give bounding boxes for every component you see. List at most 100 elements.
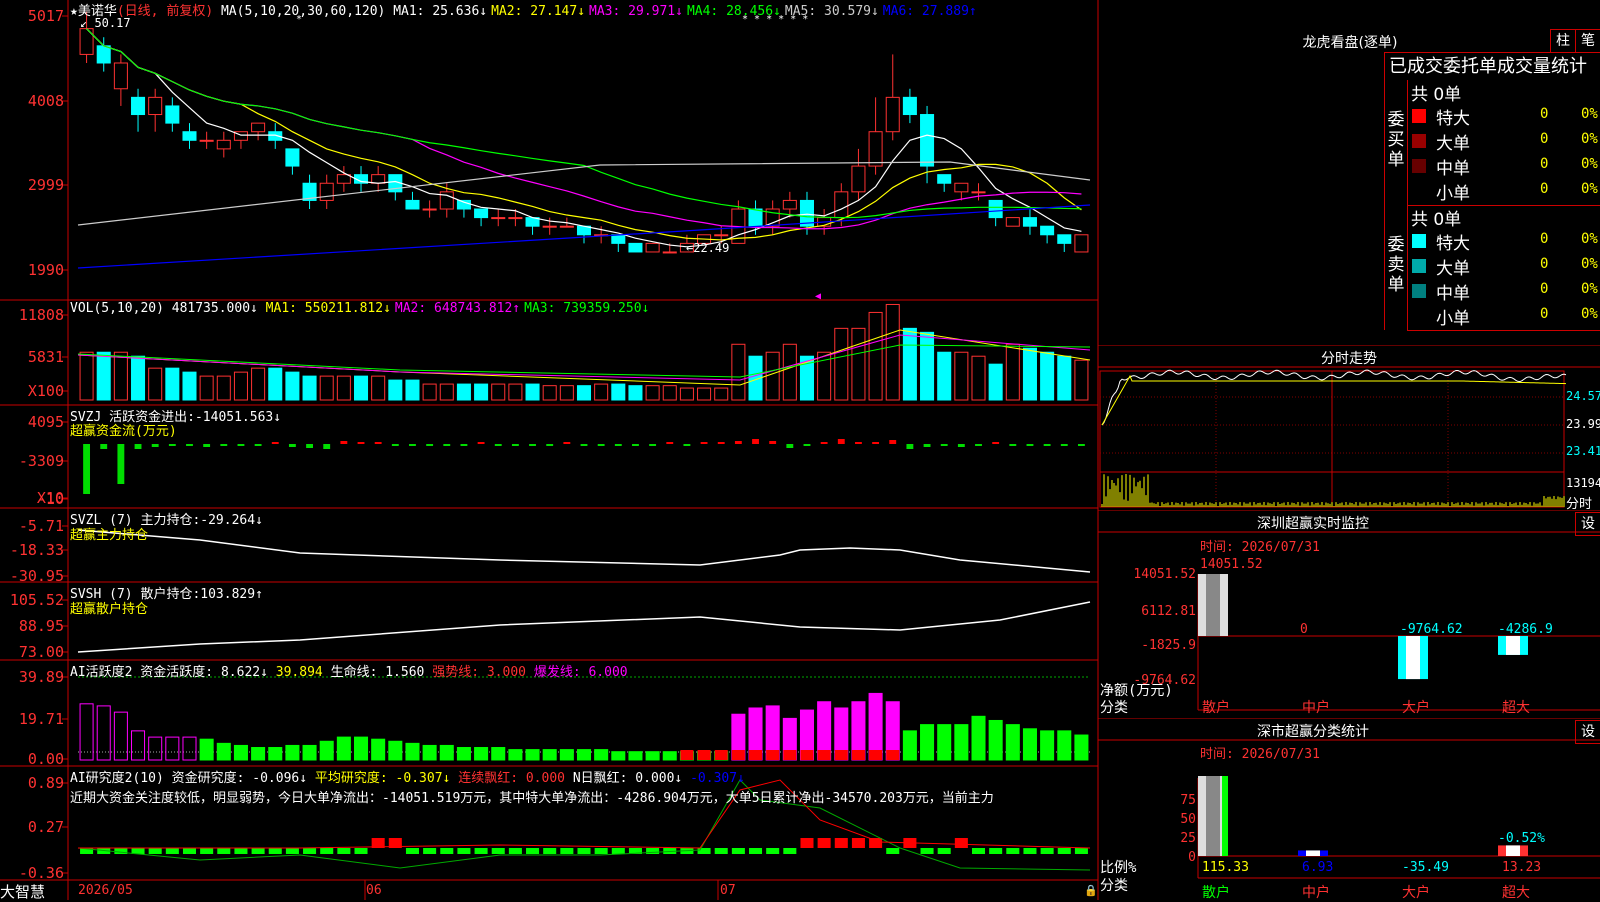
research-bar — [165, 848, 179, 854]
activity-bar-base — [783, 750, 797, 760]
volume-bar — [782, 343, 797, 401]
volume-bar — [576, 385, 592, 401]
fund-flow-bar — [426, 444, 434, 446]
low-label: ←22.49 — [686, 241, 729, 255]
research-bar — [989, 848, 1003, 854]
monitor-bar — [1498, 636, 1528, 655]
fund-flow-bar — [443, 444, 451, 446]
volume-bar — [233, 371, 248, 401]
buy-side-label: 委买单 — [1387, 110, 1405, 170]
buy-row-count: 0 — [1540, 106, 1549, 122]
classify-value: 13.23 — [1502, 860, 1542, 875]
activity-bar — [920, 724, 935, 761]
volume-bar — [834, 327, 849, 401]
main-header: ★美诺华(日线, 前复权) MA(5,10,20,30,60,120) MA1:… — [70, 4, 977, 19]
activity-bar — [182, 736, 197, 761]
fund-flow-bar — [683, 444, 691, 446]
research-bar — [560, 848, 574, 854]
activity-bar — [336, 736, 351, 761]
candle-body — [954, 182, 969, 193]
activity-bar-base — [749, 750, 763, 760]
fund-flow-bar — [477, 442, 485, 444]
activity-bar — [1005, 724, 1020, 761]
volume-bar — [611, 383, 626, 401]
sell-total: 共 0单 — [1411, 210, 1462, 230]
buy-row-percent: 0% — [1581, 181, 1598, 197]
fund-flow-bar — [186, 444, 193, 446]
volume-bar — [131, 355, 146, 401]
activity-bar — [285, 744, 300, 761]
volume-bar — [113, 351, 128, 401]
activity-bar-base — [731, 750, 745, 760]
candle-body — [988, 199, 1003, 219]
classify-settings-button[interactable]: 设 — [1575, 720, 1600, 744]
column-view-button[interactable]: 柱 — [1550, 29, 1576, 53]
volume-bar — [988, 363, 1003, 401]
intraday-chart[interactable] — [1098, 345, 1600, 510]
volume-bar — [148, 367, 163, 401]
activity-bar — [474, 747, 489, 761]
fund-flow-bar — [546, 444, 554, 446]
volume-bar — [954, 351, 969, 401]
activity-bar — [233, 744, 248, 761]
candle-body — [182, 131, 197, 141]
candle-body — [851, 165, 866, 193]
fund-flow-bar — [340, 441, 348, 444]
buy-row-swatch — [1412, 134, 1426, 148]
candle-body — [611, 234, 626, 244]
candle-body — [319, 182, 334, 201]
fund-flow-bar — [786, 444, 794, 448]
svzj-y-label: 4095 — [27, 413, 64, 431]
fund-flow-bar — [1009, 444, 1017, 446]
svzj-unit-label: X10 — [36, 489, 64, 507]
vol-ma-item-1: MA1: 550211.812↓ — [265, 301, 391, 316]
svzl-y-label: -30.95 — [9, 567, 64, 585]
research-bar — [766, 848, 780, 854]
classify-category: 超大 — [1502, 885, 1530, 901]
fund-flow-bar — [134, 444, 142, 449]
fund-flow-bar — [889, 440, 897, 444]
volume-bar — [765, 351, 780, 401]
research-bar — [1074, 848, 1088, 854]
tick-view-button[interactable]: 笔 — [1575, 29, 1600, 53]
ai2-y-label: 0.89 — [27, 774, 64, 792]
research-bar — [268, 848, 282, 854]
buy-row-count: 0 — [1540, 156, 1549, 172]
monitor-x-unit: 分类 — [1100, 700, 1128, 716]
svzl-y-label: -5.71 — [18, 517, 64, 535]
volume-bar — [96, 351, 111, 401]
activity-bar-base — [714, 750, 728, 760]
activity-bar — [1057, 730, 1072, 761]
ai1-y-label: 39.89 — [18, 668, 64, 686]
svzj-sub: 超赢资金流(万元) — [70, 424, 177, 439]
candle-body — [1057, 234, 1072, 244]
classify-bar — [1198, 776, 1228, 856]
volume-bar — [902, 327, 917, 401]
activity-bar-base — [680, 750, 694, 760]
fund-flow-bar — [906, 444, 914, 449]
fund-flow-bar — [700, 442, 708, 444]
activity-bar — [456, 747, 471, 761]
research-bar — [817, 838, 831, 848]
volume-bar — [662, 385, 677, 401]
research-bar — [508, 848, 522, 854]
retail-holding-line — [77, 601, 1091, 653]
activity-bar — [645, 751, 660, 761]
monitor-settings-button[interactable]: 设 — [1575, 512, 1600, 536]
candle-body — [885, 96, 900, 133]
research-bar — [886, 848, 900, 854]
activity-bar — [559, 749, 574, 761]
cursor-marker: ◀ — [815, 291, 821, 302]
dragon-table: 委买单 委卖单 共 0单 共 0单 特大 0 0% 大单 0 0% 中单 0 0% 小单 0 0% 特大… — [1384, 80, 1600, 331]
fund-flow-bar — [254, 444, 262, 446]
fund-flow-bar — [323, 444, 331, 449]
candle-body — [371, 174, 386, 184]
volume-bar — [251, 367, 266, 401]
fund-flow-bar — [511, 444, 519, 446]
fund-flow-bar — [374, 442, 382, 444]
volume-bar — [868, 311, 883, 401]
lock-icon[interactable]: 🔒 — [1084, 884, 1098, 897]
research-bar — [1040, 848, 1054, 854]
ai2-header: AI研究度2(10) 资金研究度: -0.096↓ 平均研究度: -0.307↓… — [70, 771, 745, 786]
intraday-vol-label: 13194 — [1566, 476, 1600, 490]
